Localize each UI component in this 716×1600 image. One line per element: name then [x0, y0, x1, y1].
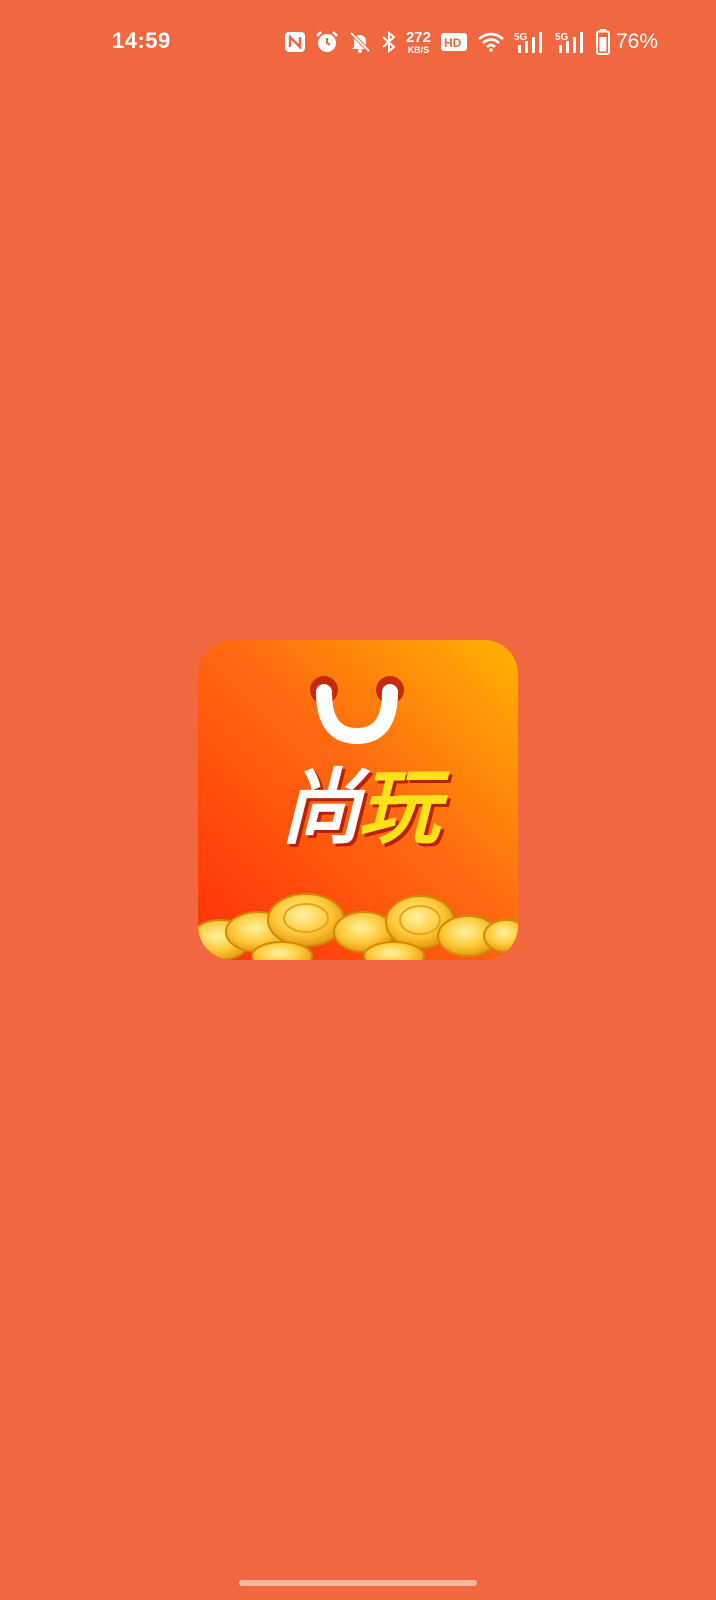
wifi-icon: [477, 31, 505, 53]
status-bar: 14:59 272 KB/S HD 5G 5G 76%: [0, 0, 716, 84]
signal-icon: 5G: [514, 30, 546, 54]
logo-char-wan: 玩: [358, 761, 440, 856]
status-time: 14:59: [112, 28, 171, 53]
network-speed: 272 KB/S: [406, 30, 431, 55]
splash-screen: 14:59 272 KB/S HD 5G 5G 76% 尚玩: [0, 0, 716, 1600]
network-speed-value: 272: [405, 28, 431, 46]
bell-off-icon: [348, 30, 372, 54]
signal-icon: 5G: [555, 30, 587, 54]
logo-char-shang: 尚: [280, 761, 362, 856]
hd-label: HD: [444, 36, 462, 50]
battery-percent: 76%: [615, 30, 658, 53]
nfc-icon: [284, 31, 306, 53]
alarm-icon: [315, 30, 339, 54]
app-logo-text: 尚玩: [198, 768, 518, 850]
hd-voice-icon: HD: [440, 32, 468, 52]
status-icons: 272 KB/S HD 5G 5G 76%: [284, 24, 658, 60]
bluetooth-icon: [381, 30, 397, 54]
home-indicator[interactable]: [239, 1580, 477, 1586]
network-speed-unit: KB/S: [407, 44, 430, 55]
battery-icon: [595, 29, 610, 55]
app-logo: 尚玩: [198, 640, 518, 960]
